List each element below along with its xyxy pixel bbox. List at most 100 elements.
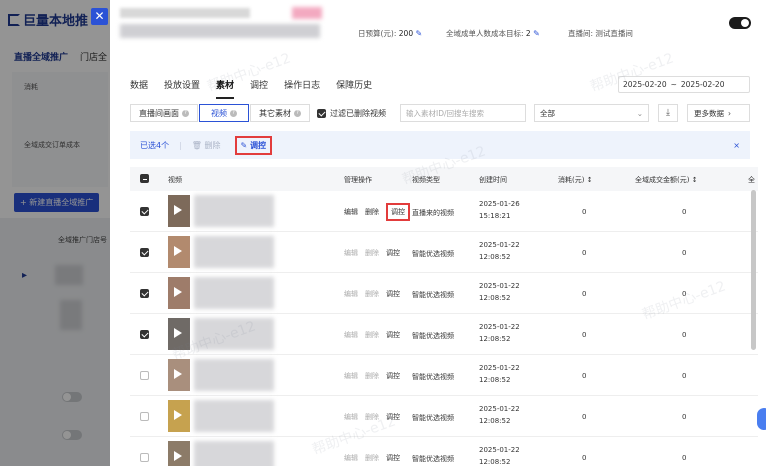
created-date: 2025-01-22	[479, 241, 520, 249]
col-gmv[interactable]: 全域成交金额(元) ↕	[635, 175, 698, 185]
row-checkbox[interactable]	[140, 371, 149, 380]
filter-video[interactable]: 视频?	[199, 104, 249, 122]
tab-settings[interactable]: 投放设置	[164, 78, 200, 99]
tab-data[interactable]: 数据	[130, 78, 148, 99]
date-range-picker[interactable]: 2025-02-20 ~ 2025-02-20	[618, 76, 750, 93]
edit-button[interactable]: 编辑	[344, 412, 358, 422]
tab-adjust[interactable]: 调控	[250, 78, 268, 99]
edit-button[interactable]: 编辑	[344, 371, 358, 381]
gmv-value: 0	[682, 290, 687, 298]
edit-button[interactable]: 编辑	[344, 248, 358, 258]
select-all-checkbox[interactable]	[140, 174, 149, 183]
video-thumbnail[interactable]	[168, 195, 190, 227]
video-thumbnail[interactable]	[168, 400, 190, 432]
table-row[interactable]: 编辑 删除 调控 智能优选视频 2025-01-22 12:08:52 0 0	[130, 273, 758, 314]
help-float-button[interactable]	[757, 408, 766, 430]
created-time: 12:08:52	[479, 253, 511, 261]
table-row[interactable]: 编辑 删除 调控 直播来的视频 2025-01-26 15:18:21 0 0	[130, 191, 758, 232]
adjust-button[interactable]: 调控	[386, 248, 400, 258]
row-checkbox[interactable]	[140, 330, 149, 339]
table-row[interactable]: 编辑 删除 调控 智能优选视频 2025-01-22 12:08:52 0 0	[130, 355, 758, 396]
bulk-adjust-button[interactable]: ✎ 调控	[234, 135, 272, 155]
help-icon: ?	[182, 109, 189, 117]
video-thumbnail[interactable]	[168, 318, 190, 350]
video-thumbnail[interactable]	[168, 359, 190, 391]
blurred-subtitle	[120, 24, 320, 38]
row-checkbox[interactable]	[140, 248, 149, 257]
table-row[interactable]: 编辑 删除 调控 智能优选视频 2025-01-22 12:08:52 0 0	[130, 437, 758, 466]
filter-other[interactable]: 其它素材?	[250, 104, 310, 122]
delete-button[interactable]: 删除	[365, 248, 379, 258]
video-thumbnail[interactable]	[168, 277, 190, 309]
close-icon: ✕	[94, 9, 105, 23]
row-actions: 编辑 删除 调控	[344, 371, 400, 381]
checkbox-icon[interactable]	[317, 109, 326, 118]
tab-history[interactable]: 保障历史	[336, 78, 372, 99]
adjust-button[interactable]: 调控	[386, 453, 400, 463]
type-select[interactable]: 全部 ⌄	[534, 104, 649, 122]
play-icon	[174, 287, 182, 297]
gmv-value: 0	[682, 413, 687, 421]
adjust-button[interactable]: 调控	[386, 330, 400, 340]
delete-button[interactable]: 删除	[365, 453, 379, 463]
created-date: 2025-01-22	[479, 446, 520, 454]
edit-icon[interactable]: ✎	[416, 29, 423, 38]
scrollbar[interactable]	[751, 190, 756, 350]
more-data-button[interactable]: 更多数据 ›	[687, 104, 750, 122]
row-checkbox[interactable]	[140, 412, 149, 421]
adjust-button[interactable]: 调控	[386, 371, 400, 381]
status-toggle[interactable]	[729, 17, 751, 29]
delete-button[interactable]: 删除	[365, 371, 379, 381]
filter-deleted-checkbox[interactable]: 过滤已删除视频	[317, 108, 386, 119]
created-time: 12:08:52	[479, 294, 511, 302]
row-checkbox[interactable]	[140, 207, 149, 216]
row-checkbox[interactable]	[140, 453, 149, 462]
row-actions: 编辑 删除 调控	[344, 289, 400, 299]
video-thumbnail[interactable]	[168, 236, 190, 268]
filter-live-screen[interactable]: 直播间画面?	[130, 104, 198, 122]
row-checkbox[interactable]	[140, 289, 149, 298]
help-icon: ?	[230, 109, 237, 117]
delete-button[interactable]: 删除	[365, 330, 379, 340]
close-drawer-button[interactable]: ✕	[91, 8, 108, 25]
blurred-badge	[292, 7, 322, 19]
gmv-value: 0	[682, 372, 687, 380]
download-button[interactable]: ⤓	[658, 104, 678, 122]
gmv-value: 0	[682, 454, 687, 462]
created-time: 12:08:52	[479, 376, 511, 384]
edit-button[interactable]: 编辑	[344, 207, 358, 221]
selection-bar: 已选4个 | 🗑 删除 ✎ 调控 ×	[130, 131, 750, 159]
video-thumbnail[interactable]	[168, 441, 190, 466]
bulk-delete-button[interactable]: 🗑 删除	[192, 140, 221, 151]
clear-selection-button[interactable]: ×	[733, 141, 740, 150]
edit-button[interactable]: 编辑	[344, 289, 358, 299]
col-spend[interactable]: 消耗(元) ↕	[558, 175, 593, 185]
tab-materials[interactable]: 素材	[216, 78, 235, 99]
play-icon	[174, 410, 182, 420]
table-row[interactable]: 编辑 删除 调控 智能优选视频 2025-01-22 12:08:52 0 0	[130, 396, 758, 437]
adjust-button[interactable]: 调控	[386, 203, 410, 221]
filter-bar: 直播间画面? 视频? 其它素材? 过滤已删除视频 输入素材ID/回搜车搜索 全部…	[130, 104, 750, 124]
delete-button[interactable]: 删除	[365, 289, 379, 299]
gmv-value: 0	[682, 249, 687, 257]
tab-logs[interactable]: 操作日志	[284, 78, 320, 99]
edit-icon[interactable]: ✎	[533, 29, 540, 38]
search-input[interactable]: 输入素材ID/回搜车搜索	[400, 104, 526, 122]
blurred-video-info	[194, 359, 274, 391]
delete-button[interactable]: 删除	[365, 412, 379, 422]
edit-button[interactable]: 编辑	[344, 330, 358, 340]
edit-button[interactable]: 编辑	[344, 453, 358, 463]
col-created: 创建时间	[479, 176, 507, 184]
table-row[interactable]: 编辑 删除 调控 智能优选视频 2025-01-22 12:08:52 0 0	[130, 232, 758, 273]
blurred-title	[120, 8, 250, 18]
chevron-down-icon: ⌄	[636, 108, 643, 118]
sort-icon: ↕	[691, 176, 698, 184]
adjust-button[interactable]: 调控	[386, 289, 400, 299]
video-type: 智能优选视频	[412, 373, 454, 381]
blurred-video-info	[194, 195, 274, 227]
modal-overlay	[0, 0, 110, 466]
adjust-button[interactable]: 调控	[386, 412, 400, 422]
table-row[interactable]: 编辑 删除 调控 智能优选视频 2025-01-22 12:08:52 0 0	[130, 314, 758, 355]
divider: |	[179, 140, 182, 150]
delete-button[interactable]: 删除	[365, 207, 379, 221]
